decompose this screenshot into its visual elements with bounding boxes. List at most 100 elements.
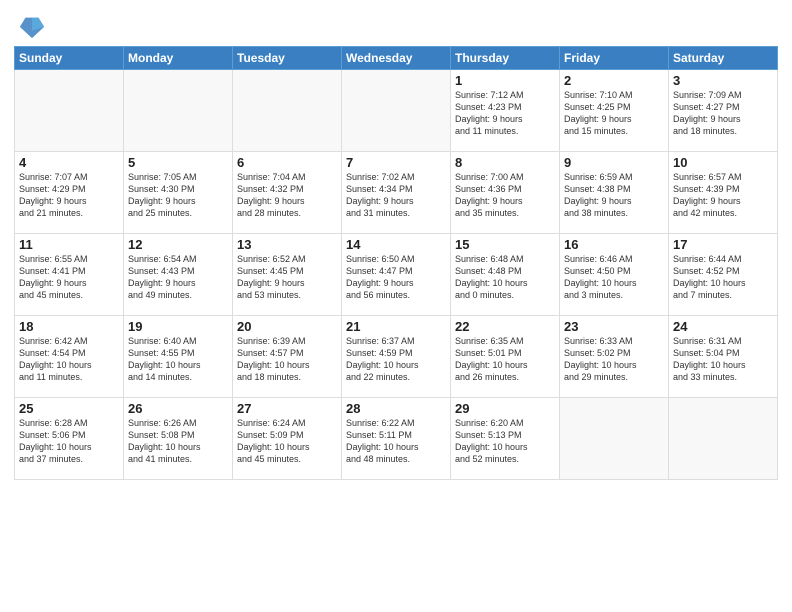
day-info: Sunrise: 6:24 AM Sunset: 5:09 PM Dayligh… bbox=[237, 417, 337, 466]
calendar-cell: 20Sunrise: 6:39 AM Sunset: 4:57 PM Dayli… bbox=[233, 316, 342, 398]
calendar-cell bbox=[342, 70, 451, 152]
day-info: Sunrise: 7:04 AM Sunset: 4:32 PM Dayligh… bbox=[237, 171, 337, 220]
day-info: Sunrise: 7:12 AM Sunset: 4:23 PM Dayligh… bbox=[455, 89, 555, 138]
day-number: 4 bbox=[19, 155, 119, 170]
calendar-cell: 3Sunrise: 7:09 AM Sunset: 4:27 PM Daylig… bbox=[669, 70, 778, 152]
day-info: Sunrise: 6:31 AM Sunset: 5:04 PM Dayligh… bbox=[673, 335, 773, 384]
header bbox=[14, 10, 778, 40]
day-number: 11 bbox=[19, 237, 119, 252]
day-number: 20 bbox=[237, 319, 337, 334]
day-number: 13 bbox=[237, 237, 337, 252]
calendar-cell: 9Sunrise: 6:59 AM Sunset: 4:38 PM Daylig… bbox=[560, 152, 669, 234]
day-info: Sunrise: 7:00 AM Sunset: 4:36 PM Dayligh… bbox=[455, 171, 555, 220]
day-number: 7 bbox=[346, 155, 446, 170]
calendar-cell: 12Sunrise: 6:54 AM Sunset: 4:43 PM Dayli… bbox=[124, 234, 233, 316]
day-number: 27 bbox=[237, 401, 337, 416]
calendar-cell: 7Sunrise: 7:02 AM Sunset: 4:34 PM Daylig… bbox=[342, 152, 451, 234]
calendar-cell: 5Sunrise: 7:05 AM Sunset: 4:30 PM Daylig… bbox=[124, 152, 233, 234]
day-number: 29 bbox=[455, 401, 555, 416]
calendar-cell: 2Sunrise: 7:10 AM Sunset: 4:25 PM Daylig… bbox=[560, 70, 669, 152]
calendar-week-1: 1Sunrise: 7:12 AM Sunset: 4:23 PM Daylig… bbox=[15, 70, 778, 152]
calendar-cell: 18Sunrise: 6:42 AM Sunset: 4:54 PM Dayli… bbox=[15, 316, 124, 398]
calendar-cell: 14Sunrise: 6:50 AM Sunset: 4:47 PM Dayli… bbox=[342, 234, 451, 316]
day-info: Sunrise: 7:05 AM Sunset: 4:30 PM Dayligh… bbox=[128, 171, 228, 220]
day-number: 8 bbox=[455, 155, 555, 170]
day-number: 24 bbox=[673, 319, 773, 334]
day-number: 2 bbox=[564, 73, 664, 88]
day-info: Sunrise: 6:52 AM Sunset: 4:45 PM Dayligh… bbox=[237, 253, 337, 302]
day-info: Sunrise: 6:37 AM Sunset: 4:59 PM Dayligh… bbox=[346, 335, 446, 384]
day-info: Sunrise: 6:42 AM Sunset: 4:54 PM Dayligh… bbox=[19, 335, 119, 384]
calendar-cell: 28Sunrise: 6:22 AM Sunset: 5:11 PM Dayli… bbox=[342, 398, 451, 480]
calendar-cell: 8Sunrise: 7:00 AM Sunset: 4:36 PM Daylig… bbox=[451, 152, 560, 234]
logo-icon bbox=[18, 12, 46, 40]
calendar-cell: 23Sunrise: 6:33 AM Sunset: 5:02 PM Dayli… bbox=[560, 316, 669, 398]
day-info: Sunrise: 6:28 AM Sunset: 5:06 PM Dayligh… bbox=[19, 417, 119, 466]
day-number: 18 bbox=[19, 319, 119, 334]
day-info: Sunrise: 7:09 AM Sunset: 4:27 PM Dayligh… bbox=[673, 89, 773, 138]
day-number: 14 bbox=[346, 237, 446, 252]
calendar-cell: 21Sunrise: 6:37 AM Sunset: 4:59 PM Dayli… bbox=[342, 316, 451, 398]
day-number: 25 bbox=[19, 401, 119, 416]
day-number: 15 bbox=[455, 237, 555, 252]
day-number: 22 bbox=[455, 319, 555, 334]
day-info: Sunrise: 6:35 AM Sunset: 5:01 PM Dayligh… bbox=[455, 335, 555, 384]
calendar-cell: 26Sunrise: 6:26 AM Sunset: 5:08 PM Dayli… bbox=[124, 398, 233, 480]
day-info: Sunrise: 6:54 AM Sunset: 4:43 PM Dayligh… bbox=[128, 253, 228, 302]
day-info: Sunrise: 7:07 AM Sunset: 4:29 PM Dayligh… bbox=[19, 171, 119, 220]
day-info: Sunrise: 6:57 AM Sunset: 4:39 PM Dayligh… bbox=[673, 171, 773, 220]
day-number: 12 bbox=[128, 237, 228, 252]
calendar-cell: 13Sunrise: 6:52 AM Sunset: 4:45 PM Dayli… bbox=[233, 234, 342, 316]
day-info: Sunrise: 6:55 AM Sunset: 4:41 PM Dayligh… bbox=[19, 253, 119, 302]
day-number: 6 bbox=[237, 155, 337, 170]
day-info: Sunrise: 6:26 AM Sunset: 5:08 PM Dayligh… bbox=[128, 417, 228, 466]
day-number: 5 bbox=[128, 155, 228, 170]
weekday-header-row: SundayMondayTuesdayWednesdayThursdayFrid… bbox=[15, 47, 778, 70]
day-number: 10 bbox=[673, 155, 773, 170]
day-info: Sunrise: 6:59 AM Sunset: 4:38 PM Dayligh… bbox=[564, 171, 664, 220]
weekday-header-sunday: Sunday bbox=[15, 47, 124, 70]
calendar-week-4: 18Sunrise: 6:42 AM Sunset: 4:54 PM Dayli… bbox=[15, 316, 778, 398]
calendar-cell: 15Sunrise: 6:48 AM Sunset: 4:48 PM Dayli… bbox=[451, 234, 560, 316]
calendar-cell bbox=[124, 70, 233, 152]
day-number: 19 bbox=[128, 319, 228, 334]
calendar-cell: 25Sunrise: 6:28 AM Sunset: 5:06 PM Dayli… bbox=[15, 398, 124, 480]
calendar-week-3: 11Sunrise: 6:55 AM Sunset: 4:41 PM Dayli… bbox=[15, 234, 778, 316]
calendar-cell: 4Sunrise: 7:07 AM Sunset: 4:29 PM Daylig… bbox=[15, 152, 124, 234]
calendar-cell bbox=[233, 70, 342, 152]
day-number: 16 bbox=[564, 237, 664, 252]
calendar-cell bbox=[15, 70, 124, 152]
day-info: Sunrise: 6:40 AM Sunset: 4:55 PM Dayligh… bbox=[128, 335, 228, 384]
calendar-cell bbox=[669, 398, 778, 480]
calendar-cell: 16Sunrise: 6:46 AM Sunset: 4:50 PM Dayli… bbox=[560, 234, 669, 316]
weekday-header-thursday: Thursday bbox=[451, 47, 560, 70]
weekday-header-monday: Monday bbox=[124, 47, 233, 70]
day-info: Sunrise: 6:50 AM Sunset: 4:47 PM Dayligh… bbox=[346, 253, 446, 302]
calendar: SundayMondayTuesdayWednesdayThursdayFrid… bbox=[14, 46, 778, 480]
calendar-cell bbox=[560, 398, 669, 480]
weekday-header-tuesday: Tuesday bbox=[233, 47, 342, 70]
calendar-cell: 17Sunrise: 6:44 AM Sunset: 4:52 PM Dayli… bbox=[669, 234, 778, 316]
day-info: Sunrise: 6:44 AM Sunset: 4:52 PM Dayligh… bbox=[673, 253, 773, 302]
day-info: Sunrise: 6:33 AM Sunset: 5:02 PM Dayligh… bbox=[564, 335, 664, 384]
day-info: Sunrise: 6:22 AM Sunset: 5:11 PM Dayligh… bbox=[346, 417, 446, 466]
day-number: 9 bbox=[564, 155, 664, 170]
calendar-cell: 19Sunrise: 6:40 AM Sunset: 4:55 PM Dayli… bbox=[124, 316, 233, 398]
weekday-header-wednesday: Wednesday bbox=[342, 47, 451, 70]
page: SundayMondayTuesdayWednesdayThursdayFrid… bbox=[0, 0, 792, 488]
calendar-cell: 29Sunrise: 6:20 AM Sunset: 5:13 PM Dayli… bbox=[451, 398, 560, 480]
calendar-week-2: 4Sunrise: 7:07 AM Sunset: 4:29 PM Daylig… bbox=[15, 152, 778, 234]
day-number: 23 bbox=[564, 319, 664, 334]
calendar-cell: 10Sunrise: 6:57 AM Sunset: 4:39 PM Dayli… bbox=[669, 152, 778, 234]
calendar-cell: 11Sunrise: 6:55 AM Sunset: 4:41 PM Dayli… bbox=[15, 234, 124, 316]
day-info: Sunrise: 6:20 AM Sunset: 5:13 PM Dayligh… bbox=[455, 417, 555, 466]
day-number: 3 bbox=[673, 73, 773, 88]
calendar-cell: 22Sunrise: 6:35 AM Sunset: 5:01 PM Dayli… bbox=[451, 316, 560, 398]
logo bbox=[14, 14, 46, 40]
calendar-cell: 6Sunrise: 7:04 AM Sunset: 4:32 PM Daylig… bbox=[233, 152, 342, 234]
day-number: 17 bbox=[673, 237, 773, 252]
weekday-header-saturday: Saturday bbox=[669, 47, 778, 70]
day-number: 26 bbox=[128, 401, 228, 416]
calendar-week-5: 25Sunrise: 6:28 AM Sunset: 5:06 PM Dayli… bbox=[15, 398, 778, 480]
day-info: Sunrise: 7:10 AM Sunset: 4:25 PM Dayligh… bbox=[564, 89, 664, 138]
